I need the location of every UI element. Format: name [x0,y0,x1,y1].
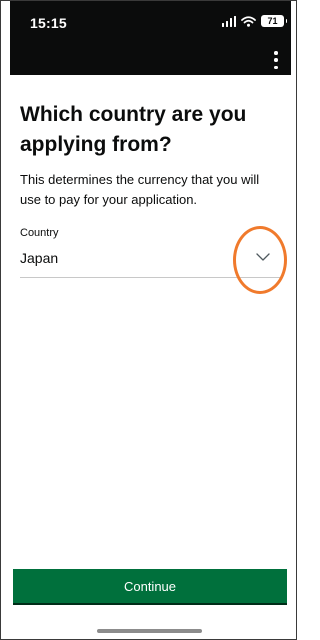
wifi-icon [241,15,256,27]
country-label: Country [20,227,59,239]
battery-level: 71 [267,16,278,26]
kebab-menu-icon[interactable] [270,51,282,69]
status-time: 15:15 [30,15,67,31]
home-indicator [97,629,202,633]
top-bar: 15:15 71 [10,1,291,75]
continue-button[interactable]: Continue [13,569,287,605]
app-screen: 15:15 71 Which country are you applying … [0,0,297,640]
battery-icon: 71 [261,15,287,27]
page-description: This determines the currency that you wi… [20,172,260,207]
signal-icon [221,15,236,27]
page-title: Which country are you applying from? [20,103,247,156]
country-value: Japan [20,250,59,266]
status-icons: 71 [221,15,287,27]
highlight-circle-annotation [233,226,287,294]
